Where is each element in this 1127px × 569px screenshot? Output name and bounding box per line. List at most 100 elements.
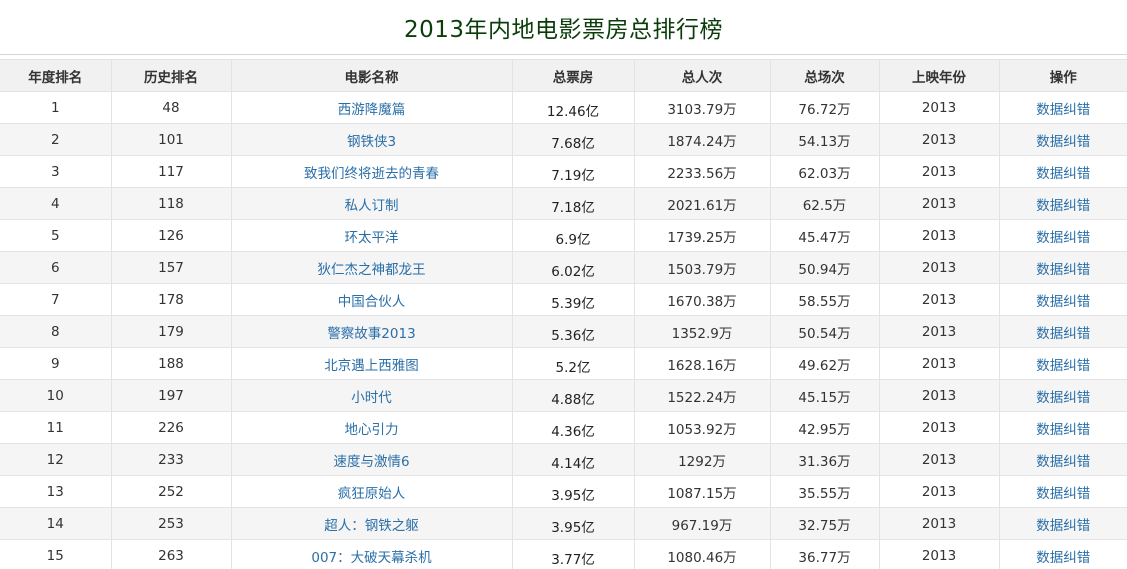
film-name-link[interactable]: 小时代 bbox=[351, 390, 392, 406]
box-office-value: 6.02亿 bbox=[551, 263, 595, 280]
box-office-value: 5.2亿 bbox=[555, 359, 591, 376]
cell-history-rank: 117 bbox=[110, 155, 232, 188]
box-office-value: 7.68亿 bbox=[551, 135, 595, 152]
header-total-shows[interactable]: 总场次 bbox=[769, 59, 880, 92]
film-name-link[interactable]: 超人：钢铁之躯 bbox=[324, 518, 419, 534]
data-correction-link[interactable]: 数据纠错 bbox=[1036, 102, 1090, 118]
cell-action: 数据纠错 bbox=[998, 251, 1127, 284]
header-history-rank[interactable]: 历史排名 bbox=[110, 59, 232, 92]
cell-film-name: 狄仁杰之神都龙王 bbox=[230, 251, 513, 284]
box-office-value: 3.77亿 bbox=[551, 551, 595, 568]
cell-total-box-office: 4.14亿 bbox=[511, 443, 635, 476]
table-row: 12 233 速度与激情6 4.14亿 1292万 31.36万 2013 数据纠错 bbox=[0, 443, 1127, 476]
box-office-value: 4.14亿 bbox=[551, 455, 595, 472]
cell-action: 数据纠错 bbox=[998, 475, 1127, 508]
data-correction-link[interactable]: 数据纠错 bbox=[1036, 486, 1090, 502]
cell-total-shows: 49.62万 bbox=[769, 347, 880, 380]
cell-history-rank: 178 bbox=[110, 283, 232, 316]
cell-total-shows: 50.94万 bbox=[769, 251, 880, 284]
header-action: 操作 bbox=[998, 59, 1127, 92]
data-correction-link[interactable]: 数据纠错 bbox=[1036, 294, 1090, 310]
film-name-link[interactable]: 北京遇上西雅图 bbox=[324, 358, 419, 374]
cell-total-box-office: 12.46亿 bbox=[511, 91, 635, 124]
cell-release-year: 2013 bbox=[878, 443, 1000, 476]
cell-total-box-office: 5.2亿 bbox=[511, 347, 635, 380]
cell-history-rank: 179 bbox=[110, 315, 232, 348]
data-correction-link[interactable]: 数据纠错 bbox=[1036, 262, 1090, 278]
cell-total-box-office: 7.68亿 bbox=[511, 123, 635, 156]
cell-release-year: 2013 bbox=[878, 411, 1000, 444]
film-name-link[interactable]: 警察故事2013 bbox=[327, 326, 415, 342]
header-film-name[interactable]: 电影名称 bbox=[230, 59, 513, 92]
cell-history-rank: 188 bbox=[110, 347, 232, 380]
header-total-box-office[interactable]: 总票房 bbox=[511, 59, 635, 92]
data-correction-link[interactable]: 数据纠错 bbox=[1036, 454, 1090, 470]
cell-history-rank: 126 bbox=[110, 219, 232, 252]
cell-release-year: 2013 bbox=[878, 91, 1000, 124]
box-office-value: 4.36亿 bbox=[551, 423, 595, 440]
cell-release-year: 2013 bbox=[878, 539, 1000, 569]
cell-film-name: 疯狂原始人 bbox=[230, 475, 513, 508]
data-correction-link[interactable]: 数据纠错 bbox=[1036, 326, 1090, 342]
cell-total-attendance: 1080.46万 bbox=[633, 539, 771, 569]
cell-total-attendance: 1670.38万 bbox=[633, 283, 771, 316]
data-correction-link[interactable]: 数据纠错 bbox=[1036, 550, 1090, 566]
cell-film-name: 西游降魔篇 bbox=[230, 91, 513, 124]
box-office-table: 年度排名 历史排名 电影名称 总票房 总人次 总场次 上映年份 操作 1 48 西游… bbox=[0, 59, 1127, 569]
cell-action: 数据纠错 bbox=[998, 347, 1127, 380]
film-name-link[interactable]: 地心引力 bbox=[345, 422, 399, 438]
film-name-link[interactable]: 私人订制 bbox=[345, 198, 399, 214]
cell-history-rank: 252 bbox=[110, 475, 232, 508]
cell-total-box-office: 4.36亿 bbox=[511, 411, 635, 444]
data-correction-link[interactable]: 数据纠错 bbox=[1036, 390, 1090, 406]
data-correction-link[interactable]: 数据纠错 bbox=[1036, 358, 1090, 374]
film-name-link[interactable]: 速度与激情6 bbox=[333, 454, 409, 470]
cell-film-name: 地心引力 bbox=[230, 411, 513, 444]
header-release-year[interactable]: 上映年份 bbox=[878, 59, 1000, 92]
header-total-attendance[interactable]: 总人次 bbox=[633, 59, 771, 92]
film-name-link[interactable]: 中国合伙人 bbox=[338, 294, 406, 310]
cell-action: 数据纠错 bbox=[998, 411, 1127, 444]
cell-total-attendance: 1874.24万 bbox=[633, 123, 771, 156]
cell-action: 数据纠错 bbox=[998, 315, 1127, 348]
data-correction-link[interactable]: 数据纠错 bbox=[1036, 230, 1090, 246]
data-correction-link[interactable]: 数据纠错 bbox=[1036, 518, 1090, 534]
cell-total-box-office: 6.02亿 bbox=[511, 251, 635, 284]
cell-year-rank: 7 bbox=[0, 283, 112, 316]
cell-total-shows: 62.03万 bbox=[769, 155, 880, 188]
table-row: 9 188 北京遇上西雅图 5.2亿 1628.16万 49.62万 2013 数据纠错 bbox=[0, 347, 1127, 380]
cell-year-rank: 3 bbox=[0, 155, 112, 188]
cell-release-year: 2013 bbox=[878, 123, 1000, 156]
cell-film-name: 私人订制 bbox=[230, 187, 513, 220]
header-year-rank[interactable]: 年度排名 bbox=[0, 59, 112, 92]
table-row: 11 226 地心引力 4.36亿 1053.92万 42.95万 2013 数据纠错 bbox=[0, 411, 1127, 444]
table-row: 2 101 钢铁侠3 7.68亿 1874.24万 54.13万 2013 数据纠错 bbox=[0, 123, 1127, 156]
cell-total-attendance: 3103.79万 bbox=[633, 91, 771, 124]
cell-history-rank: 263 bbox=[110, 539, 232, 569]
film-name-link[interactable]: 致我们终将逝去的青春 bbox=[304, 166, 439, 182]
cell-action: 数据纠错 bbox=[998, 283, 1127, 316]
cell-year-rank: 10 bbox=[0, 379, 112, 412]
cell-total-attendance: 1053.92万 bbox=[633, 411, 771, 444]
film-name-link[interactable]: 狄仁杰之神都龙王 bbox=[318, 262, 426, 278]
cell-total-shows: 62.5万 bbox=[769, 187, 880, 220]
box-office-value: 7.18亿 bbox=[551, 199, 595, 216]
title-bar: 2013年内地电影票房总排行榜 bbox=[0, 0, 1127, 55]
cell-release-year: 2013 bbox=[878, 347, 1000, 380]
cell-year-rank: 13 bbox=[0, 475, 112, 508]
film-name-link[interactable]: 西游降魔篇 bbox=[338, 102, 406, 118]
data-correction-link[interactable]: 数据纠错 bbox=[1036, 134, 1090, 150]
cell-year-rank: 5 bbox=[0, 219, 112, 252]
film-name-link[interactable]: 环太平洋 bbox=[345, 230, 399, 246]
film-name-link[interactable]: 007：大破天幕杀机 bbox=[311, 550, 431, 566]
cell-total-box-office: 3.95亿 bbox=[511, 475, 635, 508]
film-name-link[interactable]: 钢铁侠3 bbox=[347, 134, 396, 150]
cell-history-rank: 48 bbox=[110, 91, 232, 124]
cell-total-shows: 36.77万 bbox=[769, 539, 880, 569]
cell-action: 数据纠错 bbox=[998, 219, 1127, 252]
data-correction-link[interactable]: 数据纠错 bbox=[1036, 166, 1090, 182]
film-name-link[interactable]: 疯狂原始人 bbox=[338, 486, 406, 502]
data-correction-link[interactable]: 数据纠错 bbox=[1036, 422, 1090, 438]
cell-total-shows: 76.72万 bbox=[769, 91, 880, 124]
data-correction-link[interactable]: 数据纠错 bbox=[1036, 198, 1090, 214]
